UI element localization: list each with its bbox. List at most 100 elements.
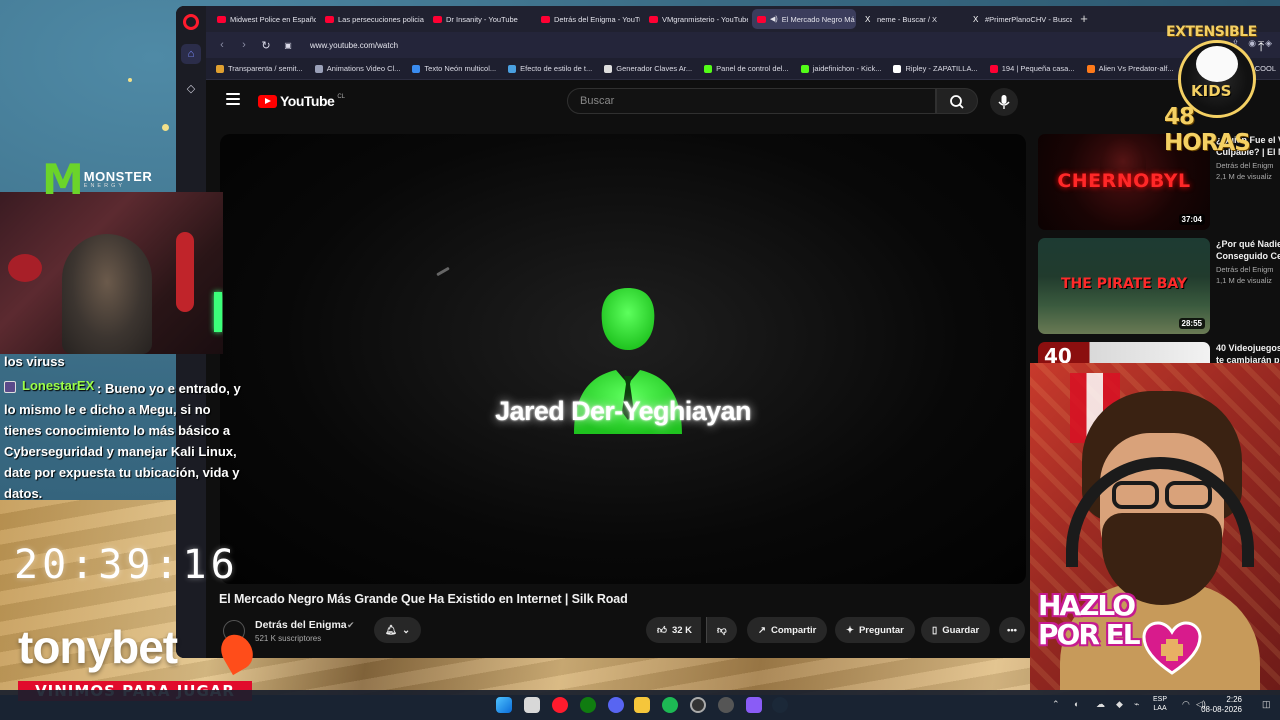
usb-icon[interactable]: ⌁	[1134, 699, 1139, 710]
system-clock[interactable]: 2:26 08-08-2026	[1201, 695, 1242, 715]
notification-bell-button[interactable]: 🔔︎ ⌄	[374, 617, 422, 643]
chevron-up-icon[interactable]: ⌃	[1052, 699, 1060, 710]
shield-icon[interactable]: ◈	[1265, 38, 1272, 49]
back-icon[interactable]: ‹	[216, 39, 228, 51]
bookmark-item[interactable]: Generador Claves Ar...	[604, 64, 692, 73]
kids-mascot-image	[1196, 46, 1238, 82]
ask-label: Preguntar	[858, 624, 904, 636]
tray-app-icon[interactable]: ◐	[1074, 699, 1079, 709]
tray-app-icon[interactable]: ☁	[1096, 699, 1105, 710]
recommendation-title[interactable]: ¿Por qué Nadie Conseguido Ce	[1216, 238, 1280, 262]
recommendation-title-line: Conseguido Ce	[1216, 251, 1280, 261]
bookmark-icon[interactable]: ◇	[181, 78, 201, 98]
tray-app-icon[interactable]: ◆	[1116, 699, 1123, 710]
video-overlay-name: Jared Der-Yeghiayan	[495, 396, 751, 426]
notification-bell-icon[interactable]: ◫	[1262, 699, 1271, 710]
browser-tab[interactable]: X #PrimerPlanoCHV - Busca	[968, 9, 1072, 29]
reload-icon[interactable]: ↻	[260, 39, 272, 52]
tab-label: #PrimerPlanoCHV - Busca	[985, 14, 1072, 24]
browser-tab[interactable]: VMgranmisterio - YouTube	[644, 9, 748, 29]
language-code: ESP	[1153, 696, 1168, 703]
bookmark-item[interactable]: COOL	[1255, 64, 1276, 73]
bookmark-item[interactable]: jaidefinichon - Kick...	[800, 64, 881, 73]
bookmark-item[interactable]: Transparenta / semit...	[216, 64, 303, 73]
video-player[interactable]: Jared Der-Yeghiayan	[220, 134, 1026, 584]
windows-start-icon[interactable]	[496, 697, 512, 713]
spotify-icon[interactable]	[662, 697, 678, 713]
language-indicator[interactable]: ESP LAA	[1153, 695, 1167, 713]
browser-tab[interactable]: Detrás del Enigma - YouTu	[536, 9, 640, 29]
hamburger-menu-icon[interactable]	[226, 93, 240, 105]
plush-toy-image	[176, 232, 194, 312]
youtube-play-icon	[258, 94, 277, 108]
windows-taskbar: ⌃ ◐ ☁ ◆ ⌁ ESP LAA ◠ ◁) 2:26 08-08-2026 ◫	[0, 690, 1280, 720]
new-tab-button[interactable]: +	[1076, 11, 1092, 27]
app-icon[interactable]	[746, 697, 762, 713]
obs-icon[interactable]	[690, 697, 706, 713]
search-button[interactable]	[936, 88, 978, 114]
subscriber-count: 521 K suscriptores	[255, 634, 322, 643]
bookmark-item[interactable]: Texto Neón multicol...	[412, 64, 496, 73]
discord-icon[interactable]	[608, 697, 624, 713]
kids-badge-top-text: EXTENSIBLE	[1166, 24, 1257, 40]
bookmark-item[interactable]: 194 | Pequeña casa...	[989, 64, 1075, 73]
channel-name[interactable]: Detrás del Enigma	[255, 619, 347, 631]
upload-arrow-icon[interactable]: ⤒	[1258, 38, 1264, 55]
bookmark-favicon	[604, 64, 613, 73]
bookmark-label: Efecto de estilo de t...	[520, 64, 593, 73]
dislike-button[interactable]: 👎︎	[706, 617, 737, 643]
search-input[interactable]: Buscar	[567, 88, 936, 114]
tab-strip: Midwest Police en Españo Las persecucion…	[206, 6, 1280, 32]
xbox-icon[interactable]	[580, 697, 596, 713]
share-arrow-icon: ↗	[758, 624, 766, 636]
voice-search-button[interactable]	[990, 88, 1018, 116]
youtube-icon	[433, 15, 442, 23]
like-button[interactable]: 👍︎ 32 K	[646, 617, 702, 643]
recommendation-thumbnail[interactable]: THE PIRATE BAY 28:55	[1038, 238, 1210, 334]
more-options-button[interactable]: •••	[999, 617, 1025, 643]
wifi-icon[interactable]: ◠	[1182, 699, 1190, 710]
save-button[interactable]: ▯ Guardar	[921, 617, 991, 643]
monster-word: MONSTER	[83, 169, 153, 184]
opera-logo-icon[interactable]	[183, 14, 199, 30]
settings-gear-icon[interactable]	[718, 697, 734, 713]
streamer-image	[62, 234, 152, 354]
browser-tab[interactable]: Xneme - Buscar / X	[860, 9, 964, 29]
monster-energy-logo: M MONSTER ENERGY	[42, 159, 153, 201]
share-button[interactable]: ↗ Compartir	[747, 617, 828, 643]
youtube-logo[interactable]: YouTube CL	[258, 93, 345, 109]
file-explorer-icon[interactable]	[634, 697, 650, 713]
bookmark-item[interactable]: Panel de control del...	[704, 64, 789, 73]
bookmark-item[interactable]: Alien Vs Predator-alf...	[1086, 64, 1174, 73]
speaker-icon[interactable]: ◀)	[770, 15, 778, 23]
bookmark-favicon	[508, 64, 517, 73]
bookmark-label: Ripley - ZAPATILLA...	[905, 64, 978, 73]
recommendation-meta: Detrás del Enigm 1,1 M de visualiz	[1216, 264, 1280, 286]
chat-message: : Bueno yo e entrado, y lo mismo le e di…	[4, 381, 241, 501]
recommendation-meta: Detrás del Enigm 2,1 M de visualiz	[1216, 160, 1280, 182]
ask-button[interactable]: ✦ Preguntar	[835, 617, 915, 643]
microphone-icon	[998, 95, 1010, 109]
video-duration: 28:55	[1178, 318, 1205, 329]
bookmark-item[interactable]: Ripley - ZAPATILLA...	[893, 64, 978, 73]
steam-icon[interactable]	[772, 697, 788, 713]
browser-tab[interactable]: Midwest Police en Españo	[212, 9, 316, 29]
browser-tab-active[interactable]: ◀) El Mercado Negro Má	[752, 9, 856, 29]
home-icon[interactable]: ⌂	[181, 44, 201, 64]
browser-tab[interactable]: Dr Insanity - YouTube	[428, 9, 532, 29]
bookmark-item[interactable]: Animations Video Cl...	[314, 64, 400, 73]
task-view-icon[interactable]	[524, 697, 540, 713]
kids-badge-word: KIDS	[1191, 82, 1232, 100]
bookmark-favicon	[216, 64, 224, 73]
bookmarks-bar: Transparenta / semit... Animations Video…	[206, 58, 1280, 80]
forward-icon[interactable]: ›	[238, 39, 250, 51]
tab-label: Midwest Police en Españo	[230, 14, 316, 24]
browser-tab[interactable]: Las persecuciones policial	[320, 9, 424, 29]
lock-icon: ▣	[284, 40, 292, 50]
opera-taskbar-icon[interactable]	[552, 697, 568, 713]
address-bar[interactable]: www.youtube.com/watch	[310, 41, 398, 50]
youtube-icon	[217, 15, 226, 23]
video-duration: 37:04	[1178, 214, 1205, 225]
clock-time: 2:26	[1226, 695, 1242, 704]
bookmark-item[interactable]: Efecto de estilo de t...	[508, 64, 592, 73]
